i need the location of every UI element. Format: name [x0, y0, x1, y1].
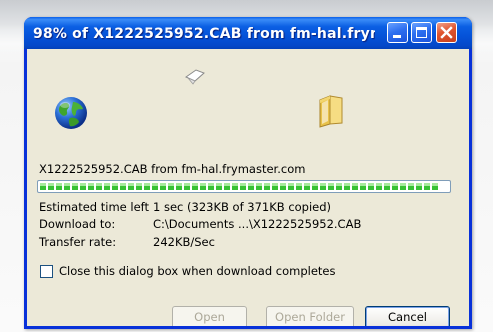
close-when-complete-label[interactable]: Close this dialog box when download comp…: [59, 264, 335, 278]
maximize-icon: [416, 27, 427, 38]
close-button[interactable]: [436, 22, 457, 43]
window-title: 98% of X1222525952.CAB from fm-hal.frym.…: [33, 26, 375, 42]
title-bar[interactable]: 98% of X1222525952.CAB from fm-hal.frym.…: [24, 17, 472, 49]
open-folder-button[interactable]: Open Folder: [266, 306, 354, 326]
download-progress-bar: [37, 180, 451, 193]
download-to-value: C:\Documents ...\X1222525952.CAB: [153, 217, 362, 231]
estimated-time-value: 1 sec (323KB of 371KB copied): [153, 200, 332, 214]
maximize-button[interactable]: [411, 22, 432, 43]
close-when-complete-checkbox[interactable]: [40, 265, 53, 278]
dialog-body: X1222525952.CAB from fm-hal.frymaster.co…: [27, 49, 469, 326]
minimize-button[interactable]: [387, 22, 408, 43]
cancel-button[interactable]: Cancel: [365, 306, 450, 326]
estimated-time-label: Estimated time left: [39, 200, 150, 214]
transfer-rate-label: Transfer rate:: [39, 235, 117, 249]
folder-icon: [319, 95, 343, 128]
transfer-rate-value: 242KB/Sec: [153, 235, 215, 249]
download-dialog: 98% of X1222525952.CAB from fm-hal.frym.…: [24, 17, 472, 329]
flying-paper-icon: [184, 69, 205, 85]
globe-icon: [55, 97, 87, 129]
close-icon: [440, 26, 453, 39]
open-button[interactable]: Open: [172, 306, 247, 326]
progress-fill: [40, 183, 440, 190]
minimize-icon: [393, 35, 401, 38]
file-source-text: X1222525952.CAB from fm-hal.frymaster.co…: [39, 162, 306, 176]
download-to-label: Download to:: [39, 217, 116, 231]
